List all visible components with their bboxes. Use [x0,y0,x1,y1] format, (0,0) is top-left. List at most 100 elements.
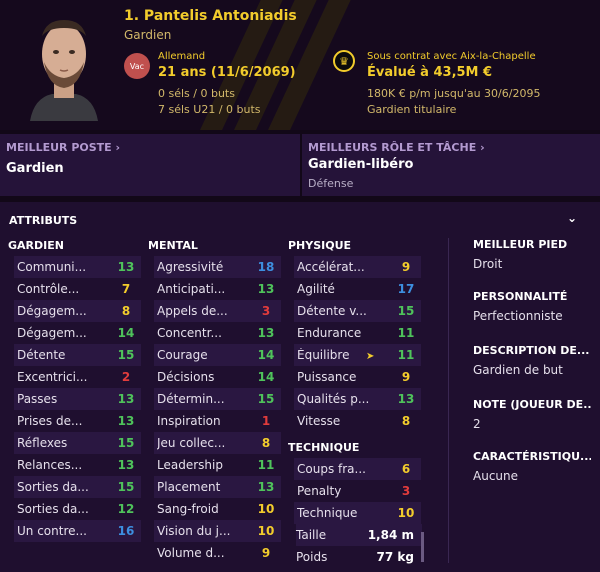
best-position-label[interactable]: MEILLEUR POSTE › [6,141,120,154]
contract-club[interactable]: Sous contrat avec Aix-la-Chapelle [367,51,536,62]
attribute-row[interactable]: Jeu collec... 8 [154,432,281,454]
attribute-row[interactable]: Placement 13 [154,476,281,498]
info-label: NOTE (JOUEUR DE... [473,398,591,411]
attribute-value: 9 [401,260,411,274]
attribute-row[interactable]: Sorties da... 15 [14,476,141,498]
squad-status: Gardien titulaire [367,103,457,116]
attribute-value: 14 [257,370,275,384]
attribute-value: 14 [117,326,135,340]
physical-stat-value: 1,84 m [367,528,414,542]
attribute-value: 6 [401,462,411,476]
attribute-name: Détermin... [157,392,225,406]
attribute-row[interactable]: Coups fra... 6 [294,458,421,480]
info-block: CARACTÉRISTIQU... Aucune [473,450,591,483]
info-value: Droit [473,257,503,271]
attribute-value: 13 [117,414,135,428]
physical-stat-label: Taille [296,528,327,542]
attribute-row[interactable]: Technique 10 [294,502,421,524]
attribute-row[interactable]: Excentrici... 2 [14,366,141,388]
attribute-row[interactable]: Vitesse 8 [294,410,421,432]
attribute-name: Réflexes [17,436,68,450]
attribute-row[interactable]: Vision du j... 10 [154,520,281,542]
attribute-row[interactable]: Sang-froid 10 [154,498,281,520]
nation-flag-icon[interactable]: Vac [124,53,150,79]
attribute-value: 12 [117,502,135,516]
attribute-value: 14 [257,348,275,362]
player-age: 21 ans (11/6/2069) [158,65,296,80]
attribute-row[interactable]: Sorties da... 12 [14,498,141,520]
attribute-row[interactable]: Accélérat... 9 [294,256,421,278]
attribute-value: 2 [121,370,131,384]
attribute-row[interactable]: Dégagem... 14 [14,322,141,344]
attribute-row[interactable]: Un contre... 16 [14,520,141,542]
attribute-name: Puissance [297,370,357,384]
attribute-row[interactable]: Passes 13 [14,388,141,410]
attribute-name: Appels de... [157,304,228,318]
attribute-row[interactable]: Détente 15 [14,344,141,366]
attribute-row[interactable]: Agilité 17 [294,278,421,300]
attribute-name: Accélérat... [297,260,365,274]
attribute-name: Vision du j... [157,524,231,538]
senior-caps: 0 séls / 0 buts [158,87,235,100]
attribute-row[interactable]: Puissance 9 [294,366,421,388]
attribute-name: Sorties da... [17,502,89,516]
best-role-panel[interactable]: MEILLEURS RÔLE ET TÂCHE › Gardien-libéro… [302,134,600,196]
attributes-title: ATTRIBUTS [9,214,78,227]
attribute-row[interactable]: Inspiration 1 [154,410,281,432]
attribute-row[interactable]: Penalty 3 [294,480,421,502]
technical-column: TECHNIQUE Coups fra... 6 Penalty 3 Technique… [288,438,421,524]
attribute-row[interactable]: Réflexes 15 [14,432,141,454]
attribute-name: Anticipati... [157,282,226,296]
attribute-row[interactable]: Décisions 14 [154,366,281,388]
player-position: Gardien [124,28,172,42]
attribute-row[interactable]: Équilibre 11 [294,344,421,366]
attribute-row[interactable]: Volume d... 9 [154,542,281,564]
attribute-row[interactable]: Détente v... 15 [294,300,421,322]
attribute-row[interactable]: Anticipati... 13 [154,278,281,300]
attribute-row[interactable]: Relances... 13 [14,454,141,476]
physical-stats: Taille 1,84 m Poids 77 kg [290,524,430,568]
attribute-row[interactable]: Agressivité 18 [154,256,281,278]
attribute-name: Coups fra... [297,462,366,476]
info-value: Perfectionniste [473,309,563,323]
attribute-value: 11 [397,326,415,340]
attribute-row[interactable]: Qualités p... 13 [294,388,421,410]
attribute-row[interactable]: Communi... 13 [14,256,141,278]
attribute-row[interactable]: Leadership 11 [154,454,281,476]
attribute-value: 16 [117,524,135,538]
attribute-name: Sorties da... [17,480,89,494]
attribute-name: Dégagem... [17,326,87,340]
attribute-row[interactable]: Dégagem... 8 [14,300,141,322]
best-role-label-text: MEILLEURS RÔLE ET TÂCHE [308,141,477,154]
info-label: DESCRIPTION DE... [473,344,590,357]
attribute-row[interactable]: Endurance 11 [294,322,421,344]
attribute-row[interactable]: Appels de... 3 [154,300,281,322]
chevron-down-icon[interactable]: ⌄ [567,211,577,225]
attribute-row[interactable]: Contrôle... 7 [14,278,141,300]
attribute-value: 13 [257,480,275,494]
attribute-value: 3 [261,304,271,318]
attribute-name: Détente [17,348,66,362]
attribute-value: 13 [117,392,135,406]
attribute-value: 15 [117,348,135,362]
attribute-name: Prises de... [17,414,83,428]
physical-column: PHYSIQUE Accélérat... 9 Agilité 17 Détente v… [288,236,421,432]
attribute-row[interactable]: Détermin... 15 [154,388,281,410]
attribute-row[interactable]: Concentr... 13 [154,322,281,344]
best-position-panel[interactable]: MEILLEUR POSTE › Gardien [0,134,300,196]
attribute-name: Technique [297,506,358,520]
attribute-name: Placement [157,480,221,494]
attribute-name: Qualités p... [297,392,370,406]
best-role-label[interactable]: MEILLEURS RÔLE ET TÂCHE › [308,141,485,154]
club-badge-icon[interactable]: ♛ [333,50,355,72]
mental-column: MENTAL Agressivité 18 Anticipati... 13 Appel… [148,236,281,564]
info-value: 2 [473,417,481,431]
attribute-name: Leadership [157,458,223,472]
physical-stat-label: Poids [296,550,328,564]
attribute-row[interactable]: Prises de... 13 [14,410,141,432]
scrollbar[interactable] [421,532,424,562]
attribute-name: Concentr... [157,326,222,340]
attribute-value: 8 [401,414,411,428]
attribute-row[interactable]: Courage 14 [154,344,281,366]
player-name[interactable]: 1. Pantelis Antoniadis [124,8,297,24]
